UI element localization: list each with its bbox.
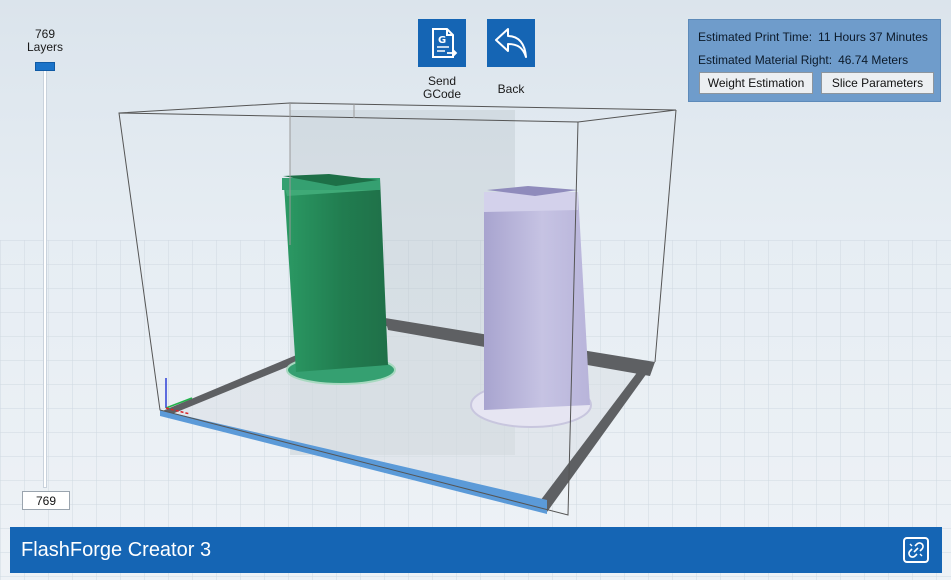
svg-text:G: G [438,35,446,46]
print-time-value: 11 Hours 37 Minutes [818,30,928,44]
printer-name: FlashForge Creator 3 [21,539,212,561]
layer-slider-track[interactable] [43,64,47,488]
print-time-row: Estimated Print Time: 11 Hours 37 Minutes [698,30,928,44]
layers-caption: Layers [26,40,64,54]
print-time-label: Estimated Print Time: [698,30,813,44]
back-label: Back [497,82,525,96]
back-button[interactable]: Back [472,19,550,96]
material-label: Estimated Material Right: [698,53,833,67]
send-label-line2: GCode [422,87,462,101]
gcode-file-icon: G [418,19,466,67]
material-row: Estimated Material Right: 46.74 Meters [698,53,908,67]
slice-parameters-button[interactable]: Slice Parameters [821,72,934,94]
estimate-panel: Estimated Print Time: 11 Hours 37 Minutes… [688,19,941,102]
back-arrow-icon [487,19,535,67]
material-value: 46.74 Meters [838,53,909,67]
link-icon [908,542,924,558]
left-model[interactable] [282,174,396,385]
layer-slider-thumb[interactable] [35,62,55,71]
send-gcode-button[interactable]: G Send GCode [403,19,481,101]
current-layer-input[interactable] [22,491,70,510]
connect-button[interactable] [903,537,929,563]
printer-status-bar: FlashForge Creator 3 [10,527,942,573]
layer-count-label: 769 Layers [22,28,68,54]
weight-estimation-button[interactable]: Weight Estimation [699,72,813,94]
